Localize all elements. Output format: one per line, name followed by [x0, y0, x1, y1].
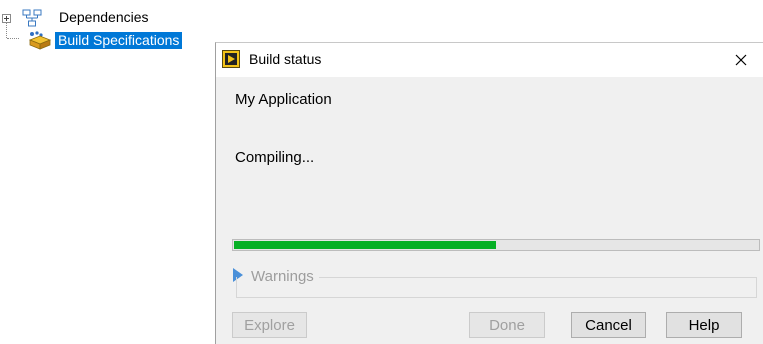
close-icon — [735, 54, 747, 66]
dialog-title: Build status — [249, 51, 322, 67]
dialog-titlebar[interactable]: Build status — [216, 43, 763, 77]
tree-connector — [6, 23, 7, 38]
tree-item-label: Dependencies — [59, 9, 149, 25]
dependencies-icon — [22, 9, 42, 27]
build-progress-bar — [232, 239, 760, 251]
tree-connector — [7, 38, 19, 39]
project-tree: Dependencies Build Specifications — [0, 0, 210, 60]
labview-app-icon — [222, 50, 240, 68]
explore-button[interactable]: Explore — [232, 312, 307, 338]
build-status-text: Compiling... — [235, 149, 315, 166]
build-status-dialog: Build status My Application Compiling...… — [215, 42, 763, 344]
progress-fill — [234, 241, 496, 249]
build-specifications-icon — [28, 31, 52, 50]
warnings-panel — [236, 277, 757, 298]
cancel-button[interactable]: Cancel — [571, 312, 646, 338]
expand-toggle[interactable] — [2, 14, 11, 23]
warnings-panel-top-rule — [319, 277, 757, 278]
close-button[interactable] — [718, 43, 763, 77]
done-button[interactable]: Done — [469, 312, 545, 338]
application-name: My Application — [235, 91, 332, 108]
help-button[interactable]: Help — [666, 312, 742, 338]
tree-item-label: Build Specifications — [55, 32, 183, 49]
